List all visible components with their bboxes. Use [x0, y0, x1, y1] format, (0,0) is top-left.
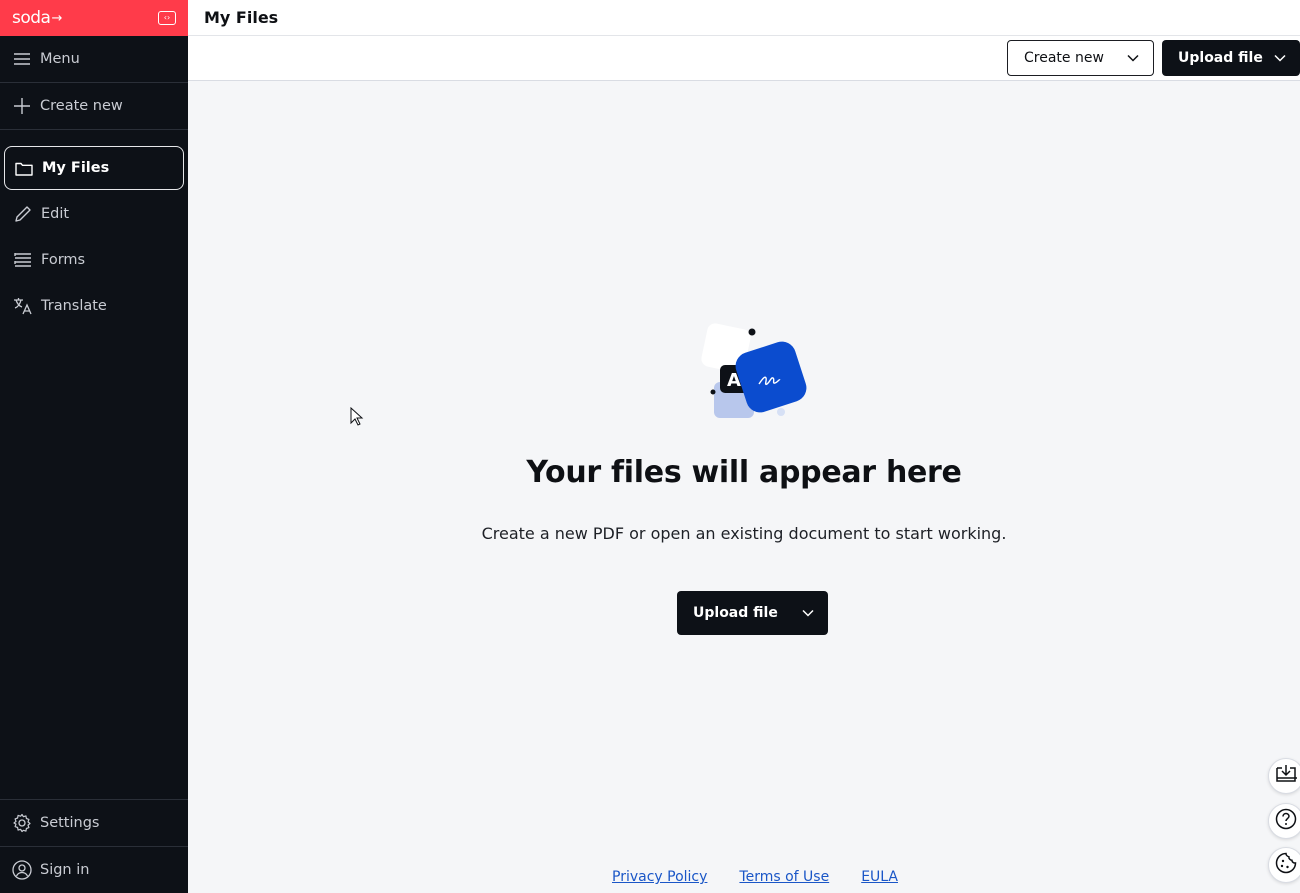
upload-file-button-label: Upload file [1178, 50, 1263, 66]
forms-icon [13, 250, 33, 270]
eula-link[interactable]: EULA [861, 869, 898, 885]
chevron-down-icon [802, 605, 814, 621]
brand-bar: soda → ‹› [0, 0, 188, 36]
sidebar-create-new-button[interactable]: Create new [0, 83, 188, 129]
menu-button[interactable]: Menu [0, 36, 188, 82]
help-button[interactable] [1268, 803, 1300, 839]
sidebar-item-label: Translate [41, 298, 107, 314]
chevron-down-icon [1274, 50, 1286, 66]
cookie-icon [1275, 852, 1297, 878]
sign-in-button[interactable]: Sign in [0, 847, 188, 893]
cookie-settings-button[interactable] [1268, 847, 1300, 883]
upload-file-dropdown-button[interactable]: Upload file [1162, 40, 1300, 76]
soda-logo[interactable]: soda → [12, 8, 62, 28]
settings-button[interactable]: Settings [0, 800, 188, 846]
download-tray-icon [1275, 764, 1297, 788]
empty-state-subtitle: Create a new PDF or open an existing doc… [481, 524, 1007, 543]
chevron-down-icon [1127, 50, 1139, 66]
settings-label: Settings [40, 815, 100, 831]
folder-icon [14, 158, 34, 178]
upload-file-main-button[interactable]: Upload file [677, 591, 828, 635]
gear-icon [12, 813, 32, 833]
plus-icon [12, 96, 32, 116]
logo-text: soda [12, 8, 51, 28]
terms-of-use-link[interactable]: Terms of Use [739, 869, 829, 885]
upload-file-main-label: Upload file [693, 605, 778, 621]
empty-files-illustration: A [694, 320, 812, 424]
main-content: A Your files will appear here Create a n… [188, 81, 1300, 893]
translate-icon [13, 296, 33, 316]
footer-links: Privacy Policy Terms of Use EULA [612, 869, 898, 885]
collapse-sidebar-icon[interactable]: ‹› [158, 11, 176, 25]
create-new-button-label: Create new [1024, 50, 1104, 66]
sidebar-item-label: Edit [41, 206, 70, 222]
logo-arrow-icon: → [51, 10, 62, 26]
menu-label: Menu [40, 51, 80, 67]
create-new-label: Create new [40, 98, 123, 114]
page-title: My Files [204, 8, 279, 27]
sidebar-item-forms[interactable]: Forms [4, 238, 184, 282]
hamburger-icon [12, 49, 32, 69]
empty-state-title: Your files will appear here [526, 455, 962, 490]
divider [0, 129, 188, 130]
sidebar-item-edit[interactable]: Edit [4, 192, 184, 236]
action-bar: Create new Upload file [188, 36, 1300, 81]
sidebar-item-label: My Files [42, 160, 110, 176]
create-new-dropdown-button[interactable]: Create new [1007, 40, 1154, 76]
privacy-policy-link[interactable]: Privacy Policy [612, 869, 707, 885]
install-app-button[interactable] [1268, 758, 1300, 794]
sidebar-item-label: Forms [41, 252, 86, 268]
mouse-cursor-icon [350, 406, 364, 427]
sidebar-bottom: Settings Sign in [0, 799, 188, 893]
sidebar-item-my-files[interactable]: My Files [4, 146, 184, 190]
sign-in-label: Sign in [40, 862, 90, 878]
pencil-icon [13, 204, 33, 224]
help-icon [1275, 808, 1297, 834]
user-icon [12, 860, 32, 880]
sidebar-item-translate[interactable]: Translate [4, 284, 184, 328]
sidebar: soda → ‹› Menu Create new My Files Edit … [0, 0, 188, 893]
top-bar: My Files [188, 0, 1300, 36]
